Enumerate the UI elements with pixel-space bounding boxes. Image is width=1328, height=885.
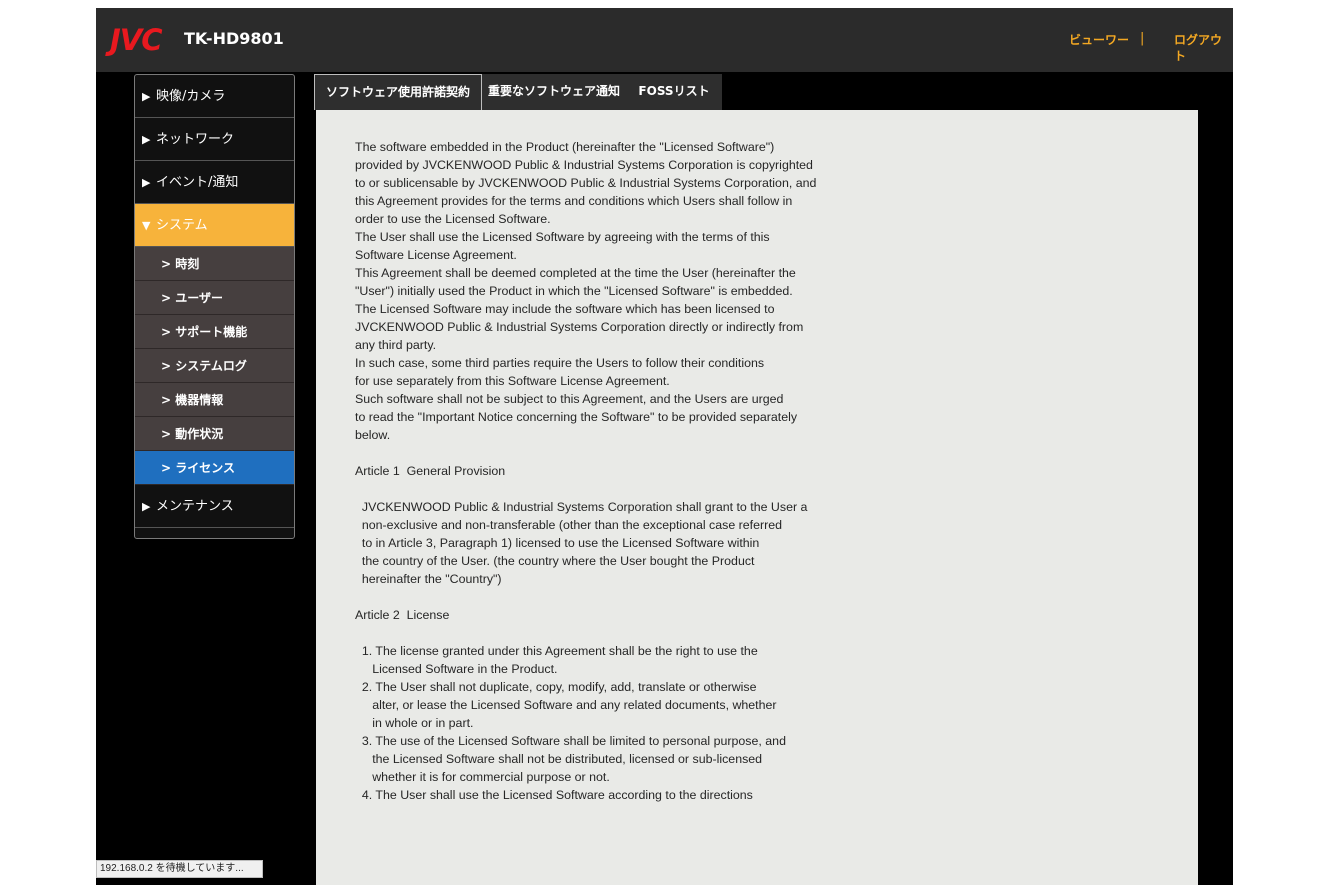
license-line: the country of the User. (the country wh… [355, 554, 755, 568]
license-line: alter, or lease the Licensed Software an… [355, 698, 777, 712]
model-name: TK-HD9801 [184, 29, 284, 48]
sidebar-item-label: イベント/通知 [156, 175, 239, 190]
license-line: the Licensed Software shall not be distr… [355, 752, 763, 766]
license-line: to read the "Important Notice concerning… [355, 410, 798, 424]
sidebar-item-system[interactable]: ▼ システム [135, 204, 294, 247]
tab-software-license[interactable]: ソフトウェア使用許諾契約 [314, 74, 482, 110]
license-line: in whole or in part. [355, 716, 474, 730]
sidebar-subitem-device-info[interactable]: > 機器情報 [135, 383, 294, 417]
license-line: below. [355, 428, 391, 442]
triangle-right-icon: ▶ [142, 90, 151, 103]
sidebar-item-maintenance[interactable]: ▶ メンテナンス [135, 485, 294, 528]
sidebar-item-label: システム [156, 218, 208, 233]
license-line: 4. The User shall use the Licensed Softw… [355, 788, 753, 802]
sidebar-nav: ▶ 映像/カメラ ▶ ネットワーク ▶ イベント/通知 ▼ システム > 時刻 > ユー… [134, 74, 295, 539]
triangle-down-icon: ▼ [142, 219, 151, 232]
license-line: whether it is for commercial purpose or … [355, 770, 610, 784]
sidebar-subitem-status[interactable]: > 動作状況 [135, 417, 294, 451]
license-line: Article 2 License [355, 608, 450, 622]
header-separator: | [1140, 31, 1145, 46]
sidebar-item-label: ネットワーク [156, 132, 235, 147]
triangle-right-icon: ▶ [142, 500, 151, 513]
tab-foss-list[interactable]: FOSSリスト [626, 74, 722, 110]
license-line: 1. The license granted under this Agreem… [355, 644, 758, 658]
license-line: hereinafter the "Country") [355, 572, 502, 586]
sidebar-subitem-user[interactable]: > ユーザー [135, 281, 294, 315]
license-line: The User shall use the Licensed Software… [355, 230, 770, 244]
logout-link[interactable]: ログアウト [1174, 32, 1233, 64]
license-line: JVCKENWOOD Public & Industrial Systems C… [355, 320, 804, 334]
sidebar-subitem-license[interactable]: > ライセンス [135, 451, 294, 485]
license-line: The Licensed Software may include the so… [355, 302, 775, 316]
top-header: JVC TK-HD9801 ビューワー | ログアウト [96, 8, 1233, 72]
sidebar-item-network[interactable]: ▶ ネットワーク [135, 118, 294, 161]
license-line: In such case, some third parties require… [355, 356, 765, 370]
triangle-right-icon: ▶ [142, 176, 151, 189]
license-line: for use separately from this Software Li… [355, 374, 670, 388]
tab-important-notice[interactable]: 重要なソフトウェア通知 [482, 74, 626, 110]
license-line: 2. The User shall not duplicate, copy, m… [355, 680, 757, 694]
license-content-panel[interactable]: The software embedded in the Product (he… [316, 110, 1198, 885]
license-line: to in Article 3, Paragraph 1) licensed t… [355, 536, 760, 550]
license-line: order to use the Licensed Software. [355, 212, 551, 226]
license-line: provided by JVCKENWOOD Public & Industri… [355, 158, 813, 172]
license-line: to or sublicensable by JVCKENWOOD Public… [355, 176, 817, 190]
browser-status-bar: 192.168.0.2 を待機しています... [96, 860, 263, 878]
app-window: JVC TK-HD9801 ビューワー | ログアウト ▶ 映像/カメラ ▶ ネット… [96, 8, 1233, 885]
sidebar-item-label: 映像/カメラ [156, 89, 226, 104]
sidebar-subitem-time[interactable]: > 時刻 [135, 247, 294, 281]
license-line: Article 1 General Provision [355, 464, 506, 478]
jvc-logo[interactable]: JVC [110, 23, 163, 57]
license-line: JVCKENWOOD Public & Industrial Systems C… [355, 500, 808, 514]
sidebar-item-label: メンテナンス [156, 499, 234, 514]
sidebar-item-video-camera[interactable]: ▶ 映像/カメラ [135, 75, 294, 118]
sidebar-subitem-support[interactable]: > サポート機能 [135, 315, 294, 349]
license-line: 3. The use of the Licensed Software shal… [355, 734, 786, 748]
license-line: non-exclusive and non-transferable (othe… [355, 518, 783, 532]
license-line: any third party. [355, 338, 437, 352]
license-line: This Agreement shall be deemed completed… [355, 266, 796, 280]
license-line: Licensed Software in the Product. [355, 662, 558, 676]
triangle-right-icon: ▶ [142, 133, 151, 146]
license-line: this Agreement provides for the terms an… [355, 194, 793, 208]
license-line: "User") initially used the Product in wh… [355, 284, 793, 298]
viewer-link[interactable]: ビューワー [1069, 32, 1129, 48]
license-text: The software embedded in the Product (he… [355, 138, 875, 804]
license-line: Such software shall not be subject to th… [355, 392, 784, 406]
sidebar-subitem-system-log[interactable]: > システムログ [135, 349, 294, 383]
license-line: Software License Agreement. [355, 248, 517, 262]
license-line: The software embedded in the Product (he… [355, 140, 775, 154]
sidebar-item-event-notify[interactable]: ▶ イベント/通知 [135, 161, 294, 204]
